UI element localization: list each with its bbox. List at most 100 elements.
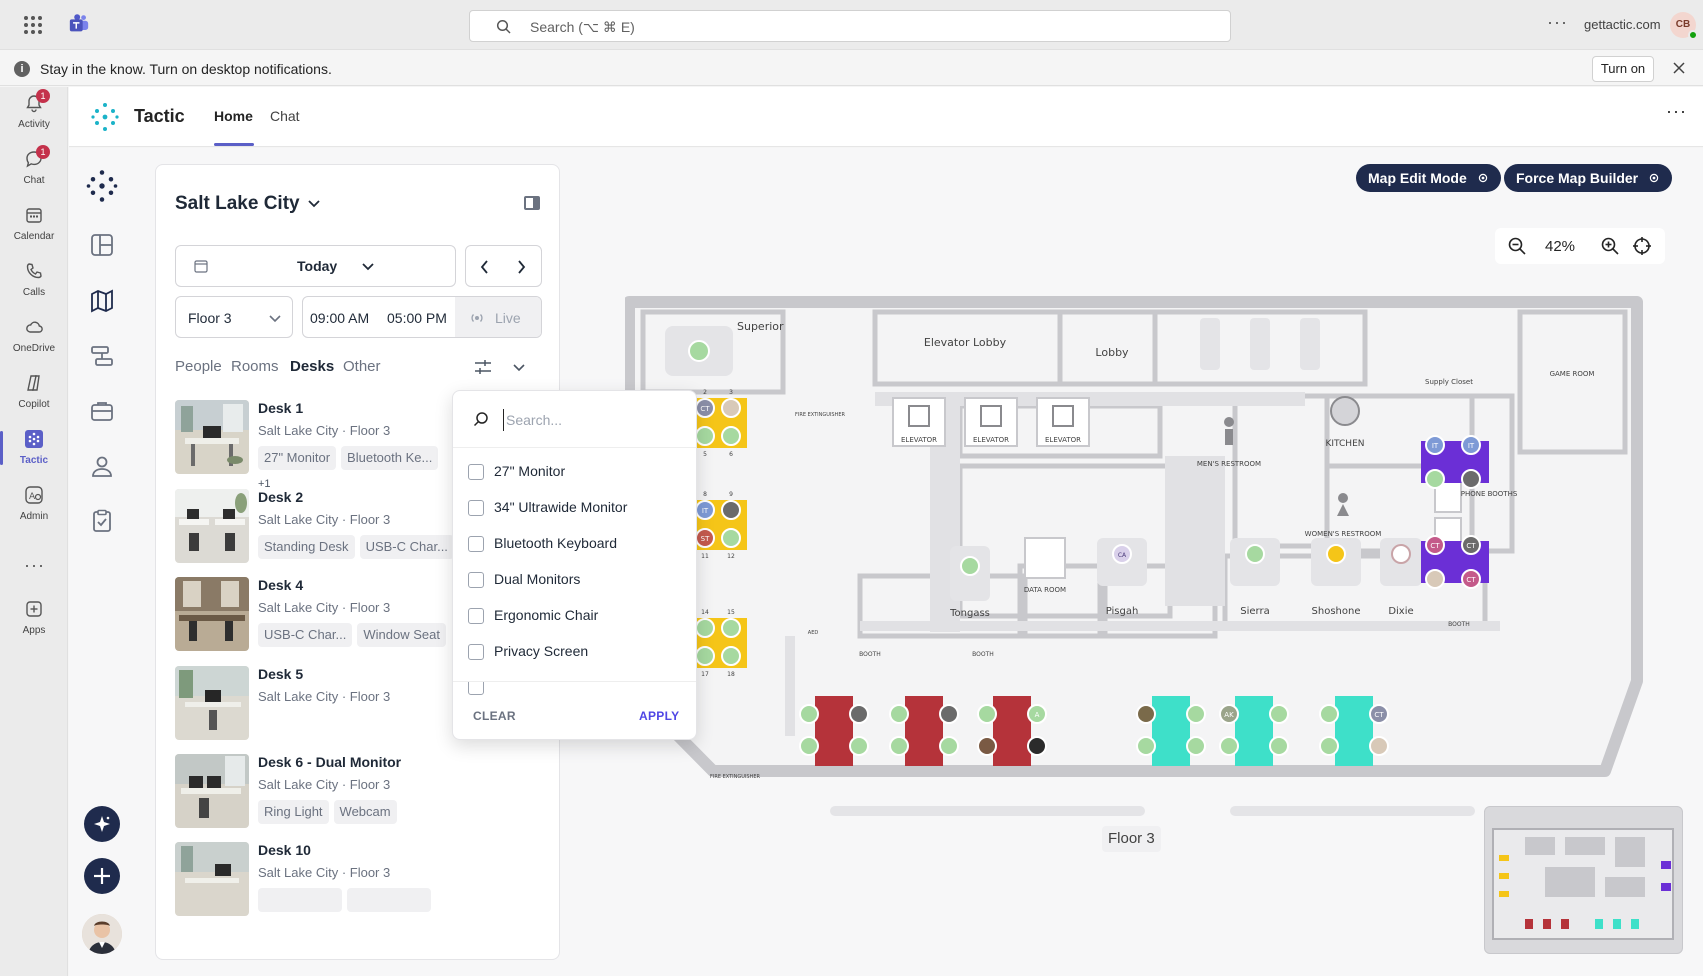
collapse-panel-icon[interactable] (524, 196, 540, 210)
app-more-icon[interactable]: ··· (1666, 101, 1687, 122)
desk-seat[interactable] (1027, 736, 1047, 756)
map-icon[interactable] (89, 288, 115, 314)
desk-seat[interactable] (1369, 736, 1389, 756)
location-selector[interactable]: Salt Lake City (175, 193, 300, 215)
desk-seat[interactable] (1319, 736, 1339, 756)
filter-sliders-icon[interactable] (474, 359, 492, 375)
tab-desks[interactable]: Desks (290, 358, 334, 375)
desk-seat[interactable] (1269, 704, 1289, 724)
booth-label: BOOTH (859, 651, 881, 658)
rail-item-calendar[interactable]: Calendar (0, 199, 68, 251)
desk-seat[interactable] (1219, 736, 1239, 756)
checkbox[interactable] (468, 536, 484, 552)
chevron-left-icon[interactable] (480, 259, 490, 275)
turn-on-notifications-button[interactable]: Turn on (1592, 56, 1654, 82)
new-booking-button[interactable] (84, 858, 120, 894)
desk-seat[interactable] (721, 398, 741, 418)
desk-seat[interactable] (799, 736, 819, 756)
zoom-in-icon[interactable] (1600, 236, 1620, 256)
rail-item-apps[interactable]: Apps (0, 593, 68, 645)
desk-seat[interactable] (721, 500, 741, 520)
tab-home[interactable]: Home (214, 108, 253, 124)
desk-list-item[interactable]: Desk 10 Salt Lake City · Floor 3 (175, 842, 555, 930)
more-options-icon[interactable]: ··· (1547, 12, 1568, 33)
checkbox[interactable] (468, 464, 484, 480)
zoom-out-icon[interactable] (1507, 236, 1527, 256)
ai-assistant-button[interactable] (84, 806, 120, 842)
desk-seat[interactable] (849, 736, 869, 756)
desk-seat[interactable] (977, 736, 997, 756)
desk-seat[interactable] (939, 704, 959, 724)
floor-map[interactable]: Superior Elevator Lobby Lobby ELEVATOR E… (625, 296, 1665, 836)
floor-select[interactable]: Floor 3 (175, 296, 293, 338)
tab-other[interactable]: Other (343, 358, 381, 375)
desk-seat[interactable] (1425, 469, 1445, 489)
rail-item-tactic[interactable]: Tactic (0, 423, 68, 475)
start-time[interactable]: 09:00 AM (310, 310, 369, 326)
rail-item-onedrive[interactable]: OneDrive (0, 311, 68, 363)
desk-seat[interactable] (695, 646, 715, 666)
more-apps-icon[interactable]: ··· (24, 555, 45, 576)
rail-item-copilot[interactable]: Copilot (0, 367, 68, 419)
schedule-icon[interactable] (89, 343, 115, 369)
desk-seat[interactable] (799, 704, 819, 724)
desk-seat[interactable] (695, 618, 715, 638)
amenity-search-input[interactable] (503, 409, 678, 431)
profile-avatar[interactable]: CB (1670, 12, 1698, 40)
teams-logo-icon[interactable] (68, 13, 90, 35)
apply-filters-button[interactable]: APPLY (639, 709, 679, 723)
desk-seat[interactable] (721, 618, 741, 638)
desk-seat[interactable] (977, 704, 997, 724)
checkbox[interactable] (468, 608, 484, 624)
checkbox[interactable] (468, 644, 484, 660)
desk-seat[interactable] (1136, 704, 1156, 724)
rail-item-activity[interactable]: 1 Activity (0, 87, 68, 139)
desk-list-item[interactable]: Desk 6 - Dual Monitor Salt Lake City · F… (175, 754, 555, 842)
chevron-down-icon[interactable] (308, 199, 320, 209)
tab-people[interactable]: People (175, 358, 222, 375)
desk-seat[interactable] (1425, 569, 1445, 589)
copilot-icon (27, 375, 40, 391)
desk-seat[interactable] (721, 528, 741, 548)
recenter-crosshair-icon[interactable] (1632, 236, 1652, 256)
map-edit-mode-button[interactable]: Map Edit Mode (1356, 164, 1501, 192)
desk-seat[interactable] (889, 736, 909, 756)
desk-seat[interactable] (1461, 469, 1481, 489)
desk-seat[interactable] (1186, 704, 1206, 724)
desk-seat[interactable] (939, 736, 959, 756)
rail-item-chat[interactable]: 1 Chat (0, 143, 68, 195)
date-picker[interactable]: Today (175, 245, 456, 287)
desk-seat[interactable] (695, 426, 715, 446)
desk-seat[interactable] (1269, 736, 1289, 756)
user-avatar[interactable] (82, 914, 122, 954)
desk-seat[interactable] (721, 426, 741, 446)
map-overview-minimap[interactable] (1484, 806, 1683, 954)
divider (453, 447, 696, 448)
tab-rooms[interactable]: Rooms (231, 358, 279, 375)
person-icon[interactable] (89, 453, 115, 479)
briefcase-icon[interactable] (89, 398, 115, 424)
live-toggle[interactable]: Live (455, 297, 541, 337)
rail-item-admin[interactable]: A Admin (0, 479, 68, 531)
rail-item-calls[interactable]: Calls (0, 255, 68, 307)
desk-seat[interactable] (889, 704, 909, 724)
global-search-input[interactable]: Search (⌥ ⌘ E) (469, 10, 1231, 42)
checkbox[interactable] (468, 572, 484, 588)
clear-filters-button[interactable]: CLEAR (473, 709, 516, 723)
desk-seat[interactable] (1186, 736, 1206, 756)
clipboard-check-icon[interactable] (89, 508, 115, 534)
tactic-home-icon[interactable] (84, 168, 120, 204)
desk-seat[interactable] (1136, 736, 1156, 756)
desk-seat[interactable] (1319, 704, 1339, 724)
force-map-builder-button[interactable]: Force Map Builder (1504, 164, 1673, 192)
chevron-down-icon[interactable] (513, 363, 525, 373)
desk-seat[interactable] (721, 646, 741, 666)
tab-chat[interactable]: Chat (270, 108, 300, 124)
floorplan-icon[interactable] (89, 232, 115, 258)
chevron-right-icon[interactable] (516, 259, 526, 275)
checkbox[interactable] (468, 500, 484, 516)
app-launcher-icon[interactable] (24, 16, 42, 34)
end-time[interactable]: 05:00 PM (387, 310, 447, 326)
desk-seat[interactable] (849, 704, 869, 724)
close-icon[interactable] (1671, 60, 1687, 76)
